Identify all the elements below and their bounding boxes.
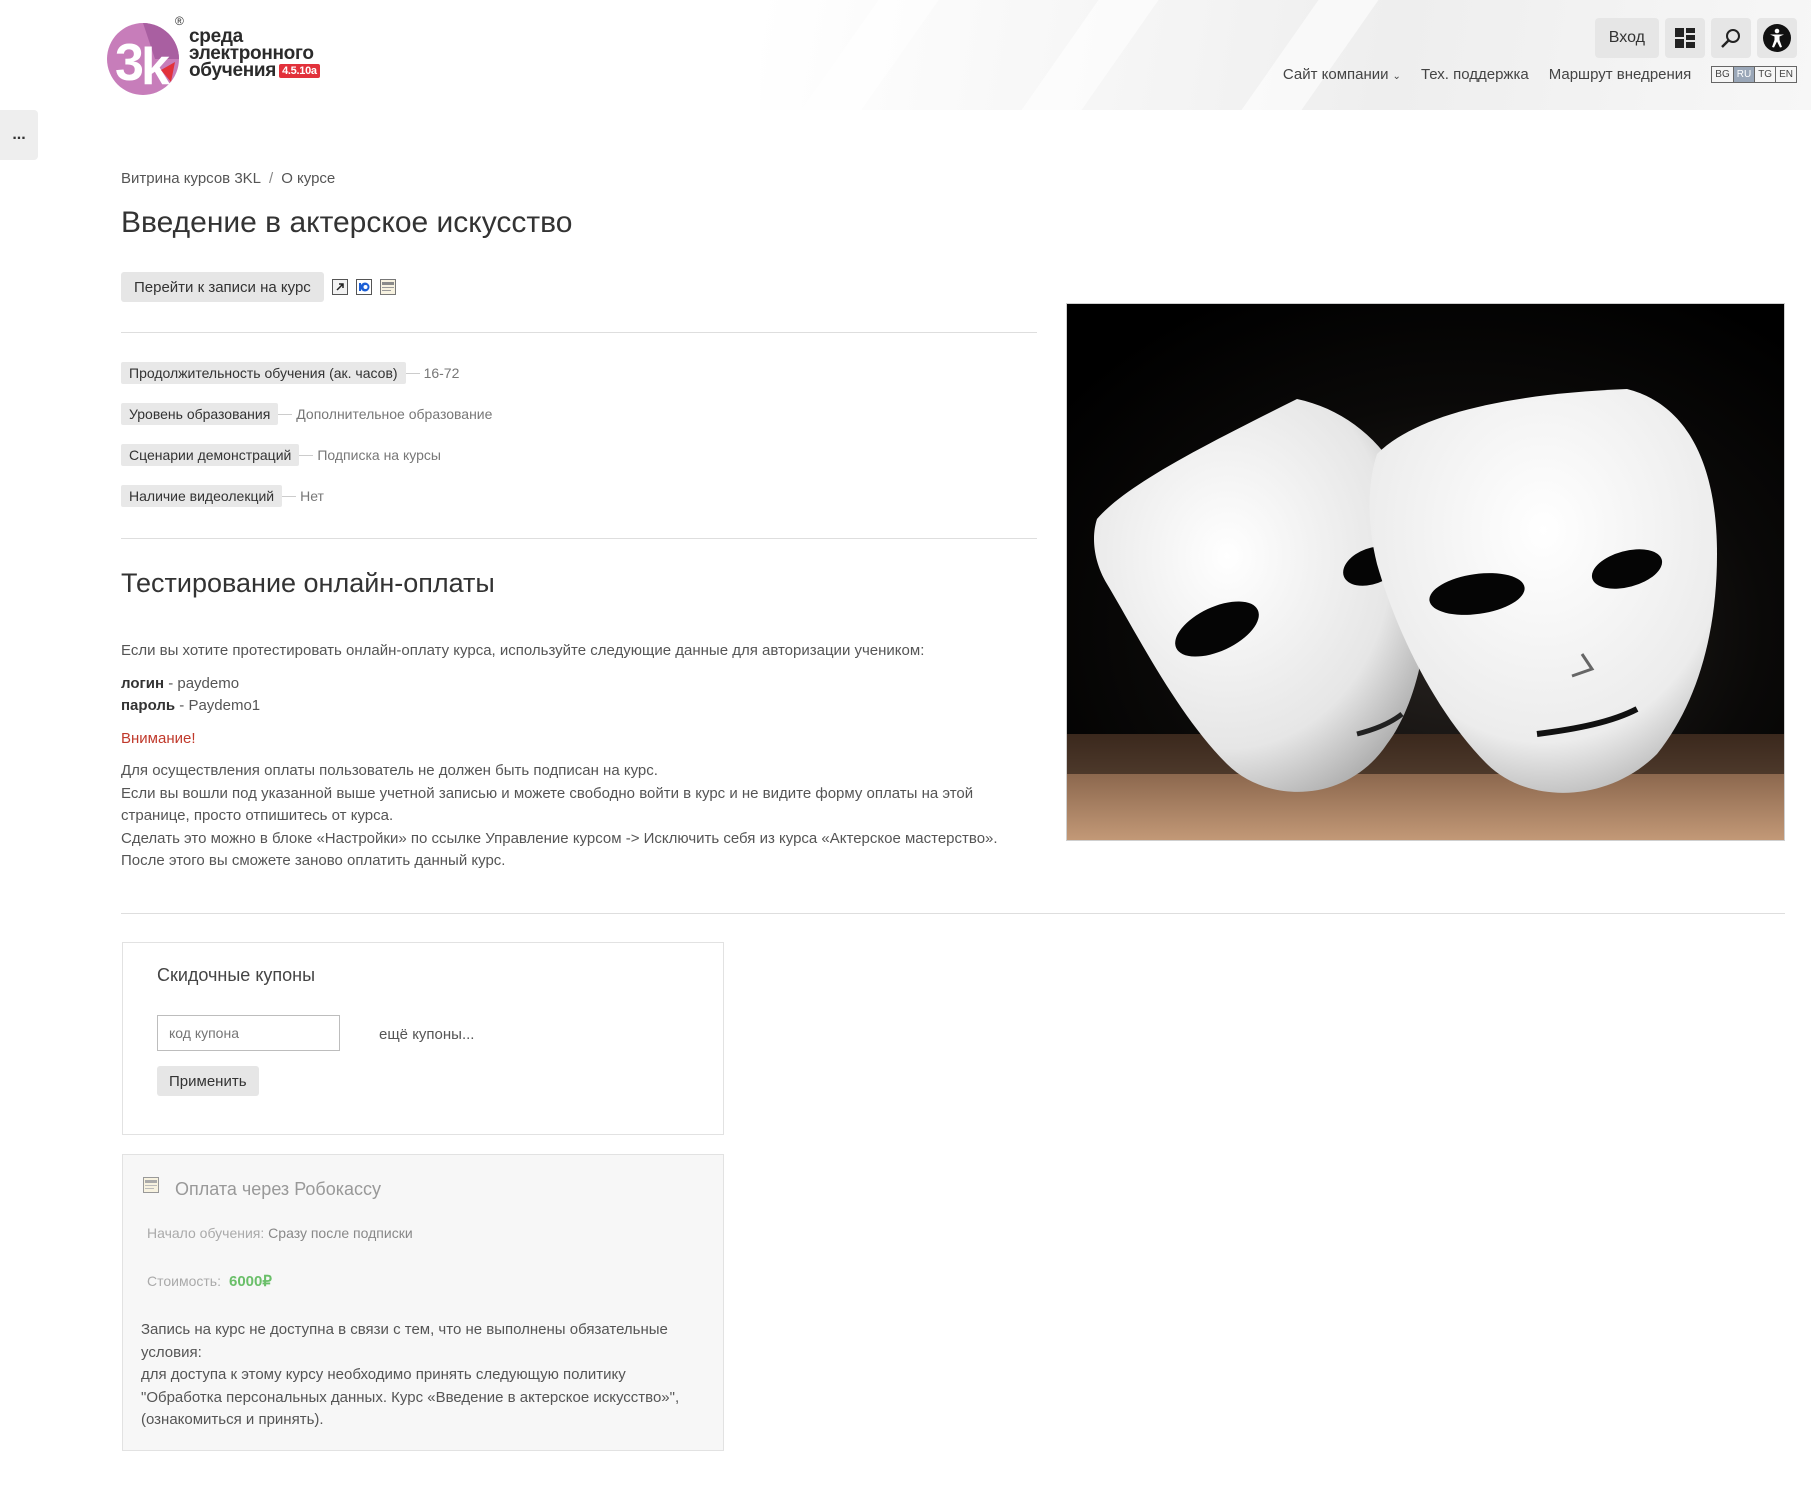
divider	[121, 913, 1785, 914]
info-line: Сделать это можно в блоке «Настройки» по…	[121, 829, 998, 847]
lang-ru[interactable]: RU	[1733, 67, 1756, 82]
theatre-masks-image	[1067, 304, 1784, 840]
price-value: 6000₽	[228, 1273, 272, 1290]
lang-bg[interactable]: BG	[1712, 67, 1734, 82]
login-button[interactable]: Вход	[1594, 18, 1659, 58]
breadcrumb: Витрина курсов 3KL / О курсе	[121, 170, 336, 187]
property-row: Сценарии демонстраций Подписка на курсы	[121, 444, 492, 466]
property-label: Продолжительность обучения (ак. часов)	[121, 362, 406, 384]
cost-row: Стоимость: 6000₽	[147, 1273, 272, 1290]
apply-coupon-button[interactable]: Применить	[157, 1066, 259, 1096]
property-row: Наличие видеолекций Нет	[121, 485, 492, 507]
more-icon: ...	[12, 126, 26, 143]
password-line: пароль - Paydemo1	[121, 697, 261, 714]
coupon-code-input[interactable]	[157, 1015, 340, 1051]
yoomoney-icon[interactable]	[355, 279, 372, 295]
card-payment-icon[interactable]	[379, 279, 396, 295]
site-logo[interactable]: 3 k ® среда электронного обучения 4.5.10a	[105, 14, 335, 100]
coupons-title: Скидочные купоны	[157, 965, 316, 985]
info-line: Если вы вошли под указанной выше учетной…	[121, 784, 974, 825]
card-payment-icon	[143, 1177, 159, 1193]
robokassa-payment-card: Оплата через Робокассу Начало обучения: …	[122, 1154, 724, 1451]
property-row: Продолжительность обучения (ак. часов) 16…	[121, 362, 492, 384]
breadcrumb-current[interactable]: О курсе	[281, 170, 335, 187]
search-icon	[1721, 29, 1740, 48]
dashboard-icon	[1675, 28, 1695, 48]
top-navigation: Сайт компании ⌄ Тех. поддержка Маршрут вн…	[1283, 66, 1797, 83]
course-properties: Продолжительность обучения (ак. часов) 16…	[121, 362, 492, 526]
enroll-row: Перейти к записи на курс	[121, 272, 396, 302]
property-value: Подписка на курсы	[317, 447, 441, 463]
nav-tech-support[interactable]: Тех. поддержка	[1421, 66, 1529, 83]
language-switcher: BG RU TG EN	[1711, 66, 1797, 83]
course-image	[1066, 303, 1785, 841]
login-line: логин - paydemo	[121, 674, 240, 692]
nav-company-site[interactable]: Сайт компании ⌄	[1283, 66, 1401, 83]
go-to-enrollment-button[interactable]: Перейти к записи на курс	[121, 272, 324, 302]
testing-info: Если вы хотите протестировать онлайн-опл…	[121, 640, 1041, 873]
divider	[121, 538, 1037, 539]
svg-text:k: k	[141, 38, 170, 96]
payment-title: Оплата через Робокассу	[175, 1179, 382, 1199]
property-value: Нет	[300, 488, 324, 504]
start-date-row: Начало обучения: Сразу после подписки	[147, 1225, 413, 1241]
chevron-down-icon: ⌄	[1392, 71, 1401, 82]
info-line: Для осуществления оплаты пользователь не…	[121, 762, 658, 779]
registered-mark: ®	[175, 14, 184, 28]
coupons-card: Скидочные купоны ещё купоны... Применить	[122, 942, 724, 1135]
warning-label: Внимание!	[121, 729, 196, 747]
logo-3k-icon: 3 k	[107, 23, 179, 96]
accessibility-button[interactable]	[1757, 18, 1797, 58]
accessibility-icon	[1763, 24, 1791, 52]
info-line: После этого вы сможете заново оплатить д…	[121, 852, 506, 869]
page-title: Введение в актерское искусство	[121, 206, 573, 239]
divider	[121, 332, 1037, 333]
property-row: Уровень образования Дополнительное образо…	[121, 403, 492, 425]
testing-intro: Если вы хотите протестировать онлайн-опл…	[121, 642, 925, 659]
external-link-icon[interactable]	[331, 279, 348, 295]
version-badge: 4.5.10a	[279, 63, 320, 78]
lang-en[interactable]: EN	[1776, 67, 1796, 82]
top-action-buttons: Вход	[1594, 18, 1797, 58]
search-button[interactable]	[1711, 18, 1751, 58]
logo-text: среда электронного обучения 4.5.10a	[189, 27, 320, 80]
property-label: Сценарии демонстраций	[121, 444, 300, 466]
testing-section-title: Тестирование онлайн-оплаты	[121, 568, 495, 598]
more-coupons-link[interactable]: ещё купоны...	[379, 1026, 474, 1043]
payment-note: Запись на курс не доступна в связи с тем…	[141, 1321, 680, 1428]
dashboard-button[interactable]	[1665, 18, 1705, 58]
property-value: 16-72	[423, 365, 460, 381]
property-label: Наличие видеолекций	[121, 485, 283, 507]
lang-tg[interactable]: TG	[1755, 67, 1777, 82]
breadcrumb-catalog-link[interactable]: Витрина курсов 3KL	[121, 170, 261, 187]
drawer-toggle[interactable]: ...	[0, 110, 38, 160]
nav-implementation-route[interactable]: Маршрут внедрения	[1549, 66, 1692, 83]
svg-text:3: 3	[115, 34, 144, 92]
property-label: Уровень образования	[121, 403, 279, 425]
property-value: Дополнительное образование	[296, 406, 493, 422]
